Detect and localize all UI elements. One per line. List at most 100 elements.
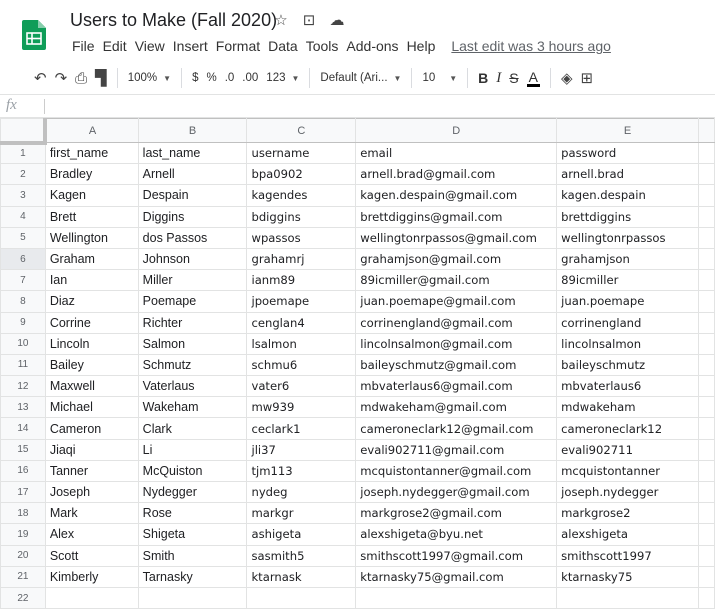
cell-last-name[interactable]: Salmon <box>137 332 248 355</box>
cell-password[interactable]: juan.poemape <box>556 290 699 313</box>
menu-file[interactable]: File <box>68 37 99 55</box>
cell-empty[interactable] <box>697 417 715 440</box>
cell-first-name[interactable]: Bailey <box>44 353 139 377</box>
cell-last-name[interactable]: Poemape <box>137 290 248 313</box>
cell-password[interactable]: markgrose2 <box>556 502 699 525</box>
italic-button[interactable]: I <box>492 66 505 90</box>
fill-color-icon[interactable]: ◈ <box>557 66 577 90</box>
row-header[interactable]: 20 <box>0 544 46 567</box>
cell-first-name[interactable]: first_name <box>44 141 139 165</box>
cell-last-name[interactable]: Arnell <box>137 163 248 186</box>
cell-email[interactable]: arnell.brad@gmail.com <box>355 163 558 186</box>
cell-first-name[interactable]: Scott <box>44 544 139 567</box>
cell-password[interactable]: ktarnasky75 <box>556 565 699 588</box>
menu-view[interactable]: View <box>131 37 169 55</box>
cell-empty[interactable] <box>697 480 715 504</box>
cell-empty[interactable] <box>697 523 715 546</box>
cell-first-name[interactable]: Bradley <box>44 163 139 186</box>
cell-last-name[interactable]: Clark <box>137 417 248 440</box>
cell-username[interactable]: ianm89 <box>246 269 357 292</box>
cell-empty[interactable] <box>697 269 715 292</box>
cell-last-name[interactable]: dos Passos <box>137 226 248 249</box>
cell-email[interactable]: baileyschmutz@gmail.com <box>355 353 558 377</box>
row-header[interactable]: 2 <box>0 163 46 186</box>
text-color-button[interactable]: A <box>523 66 544 90</box>
row-header[interactable]: 9 <box>0 311 46 334</box>
cell-first-name[interactable]: Lincoln <box>44 332 139 355</box>
cell-last-name[interactable]: Diggins <box>137 205 248 228</box>
cell-email[interactable]: markgrose2@gmail.com <box>355 502 558 525</box>
cell-email[interactable]: smithscott1997@gmail.com <box>355 544 558 567</box>
cell-email[interactable]: ktarnasky75@gmail.com <box>355 565 558 588</box>
cell-empty[interactable] <box>697 247 715 271</box>
cell-empty[interactable] <box>697 163 715 186</box>
cell-email[interactable]: wellingtonrpassos@gmail.com <box>355 226 558 249</box>
cell-email[interactable] <box>355 586 558 610</box>
row-header[interactable]: 8 <box>0 290 46 313</box>
decrease-decimal-button[interactable]: .0 <box>221 66 239 90</box>
row-header[interactable]: 1 <box>0 141 46 165</box>
cell-password[interactable]: mdwakeham <box>556 396 699 419</box>
cell-last-name[interactable]: Schmutz <box>137 353 248 377</box>
document-title[interactable]: Users to Make (Fall 2020) <box>70 10 277 31</box>
cell-first-name[interactable]: Kimberly <box>44 565 139 588</box>
move-to-folder-icon[interactable]: ⊡ <box>301 10 317 32</box>
cell-empty[interactable] <box>697 184 715 207</box>
cell-last-name[interactable]: Nydegger <box>137 480 248 504</box>
cell-username[interactable] <box>246 586 357 610</box>
cell-password[interactable]: 89icmiller <box>556 269 699 292</box>
row-header[interactable]: 16 <box>0 459 46 483</box>
borders-icon[interactable]: ⊞ <box>577 66 598 90</box>
cell-first-name[interactable]: Diaz <box>44 290 139 313</box>
cell-first-name[interactable]: Jiaqi <box>44 438 139 461</box>
cell-password[interactable]: corrinengland <box>556 311 699 334</box>
cell-password[interactable]: brettdiggins <box>556 205 699 228</box>
more-formats-button[interactable]: 123 ▼ <box>262 66 303 90</box>
cell-email[interactable]: joseph.nydegger@gmail.com <box>355 480 558 504</box>
cell-last-name[interactable]: Smith <box>137 544 248 567</box>
cell-username[interactable]: vater6 <box>246 375 357 398</box>
menu-data[interactable]: Data <box>264 37 302 55</box>
row-header[interactable]: 7 <box>0 269 46 292</box>
cell-last-name[interactable]: Shigeta <box>137 523 248 546</box>
menu-edit[interactable]: Edit <box>99 37 131 55</box>
cell-username[interactable]: kagendes <box>246 184 357 207</box>
cell-username[interactable]: grahamrj <box>246 247 357 271</box>
cell-email[interactable]: 89icmiller@gmail.com <box>355 269 558 292</box>
cell-last-name[interactable]: Richter <box>137 311 248 334</box>
cell-username[interactable]: schmu6 <box>246 353 357 377</box>
bold-button[interactable]: B <box>474 66 492 90</box>
cell-last-name[interactable]: Li <box>137 438 248 461</box>
font-select[interactable]: Default (Ari... ▼ <box>316 66 405 90</box>
print-icon[interactable]: ⎙ <box>71 66 91 90</box>
star-icon[interactable]: ☆ <box>273 10 289 32</box>
cell-empty[interactable] <box>697 586 715 610</box>
cell-password[interactable]: mcquistontanner <box>556 459 699 483</box>
cell-first-name[interactable]: Ian <box>44 269 139 292</box>
cell-first-name[interactable]: Wellington <box>44 226 139 249</box>
row-header[interactable]: 6 <box>0 247 46 271</box>
cell-empty[interactable] <box>697 502 715 525</box>
cell-empty[interactable] <box>697 565 715 588</box>
cell-last-name[interactable]: Rose <box>137 502 248 525</box>
percent-format-button[interactable]: % <box>202 66 220 90</box>
cell-email[interactable]: email <box>355 141 558 165</box>
cell-username[interactable]: tjm113 <box>246 459 357 483</box>
zoom-select[interactable]: 100% ▼ <box>124 66 175 90</box>
cell-empty[interactable] <box>697 353 715 377</box>
cell-email[interactable]: brettdiggins@gmail.com <box>355 205 558 228</box>
select-all-corner[interactable] <box>0 118 48 145</box>
cell-password[interactable]: wellingtonrpassos <box>556 226 699 249</box>
strikethrough-button[interactable]: S <box>505 66 522 90</box>
cell-last-name[interactable]: Wakeham <box>137 396 248 419</box>
cell-email[interactable]: mcquistontanner@gmail.com <box>355 459 558 483</box>
cell-empty[interactable] <box>697 396 715 419</box>
cell-username[interactable]: bpa0902 <box>246 163 357 186</box>
cell-first-name[interactable]: Tanner <box>44 459 139 483</box>
cell-email[interactable]: lincolnsalmon@gmail.com <box>355 332 558 355</box>
cell-empty[interactable] <box>697 226 715 249</box>
cell-last-name[interactable]: Despain <box>137 184 248 207</box>
cell-password[interactable]: evali902711 <box>556 438 699 461</box>
cell-first-name[interactable]: Kagen <box>44 184 139 207</box>
redo-icon[interactable]: ↷ <box>51 66 72 90</box>
